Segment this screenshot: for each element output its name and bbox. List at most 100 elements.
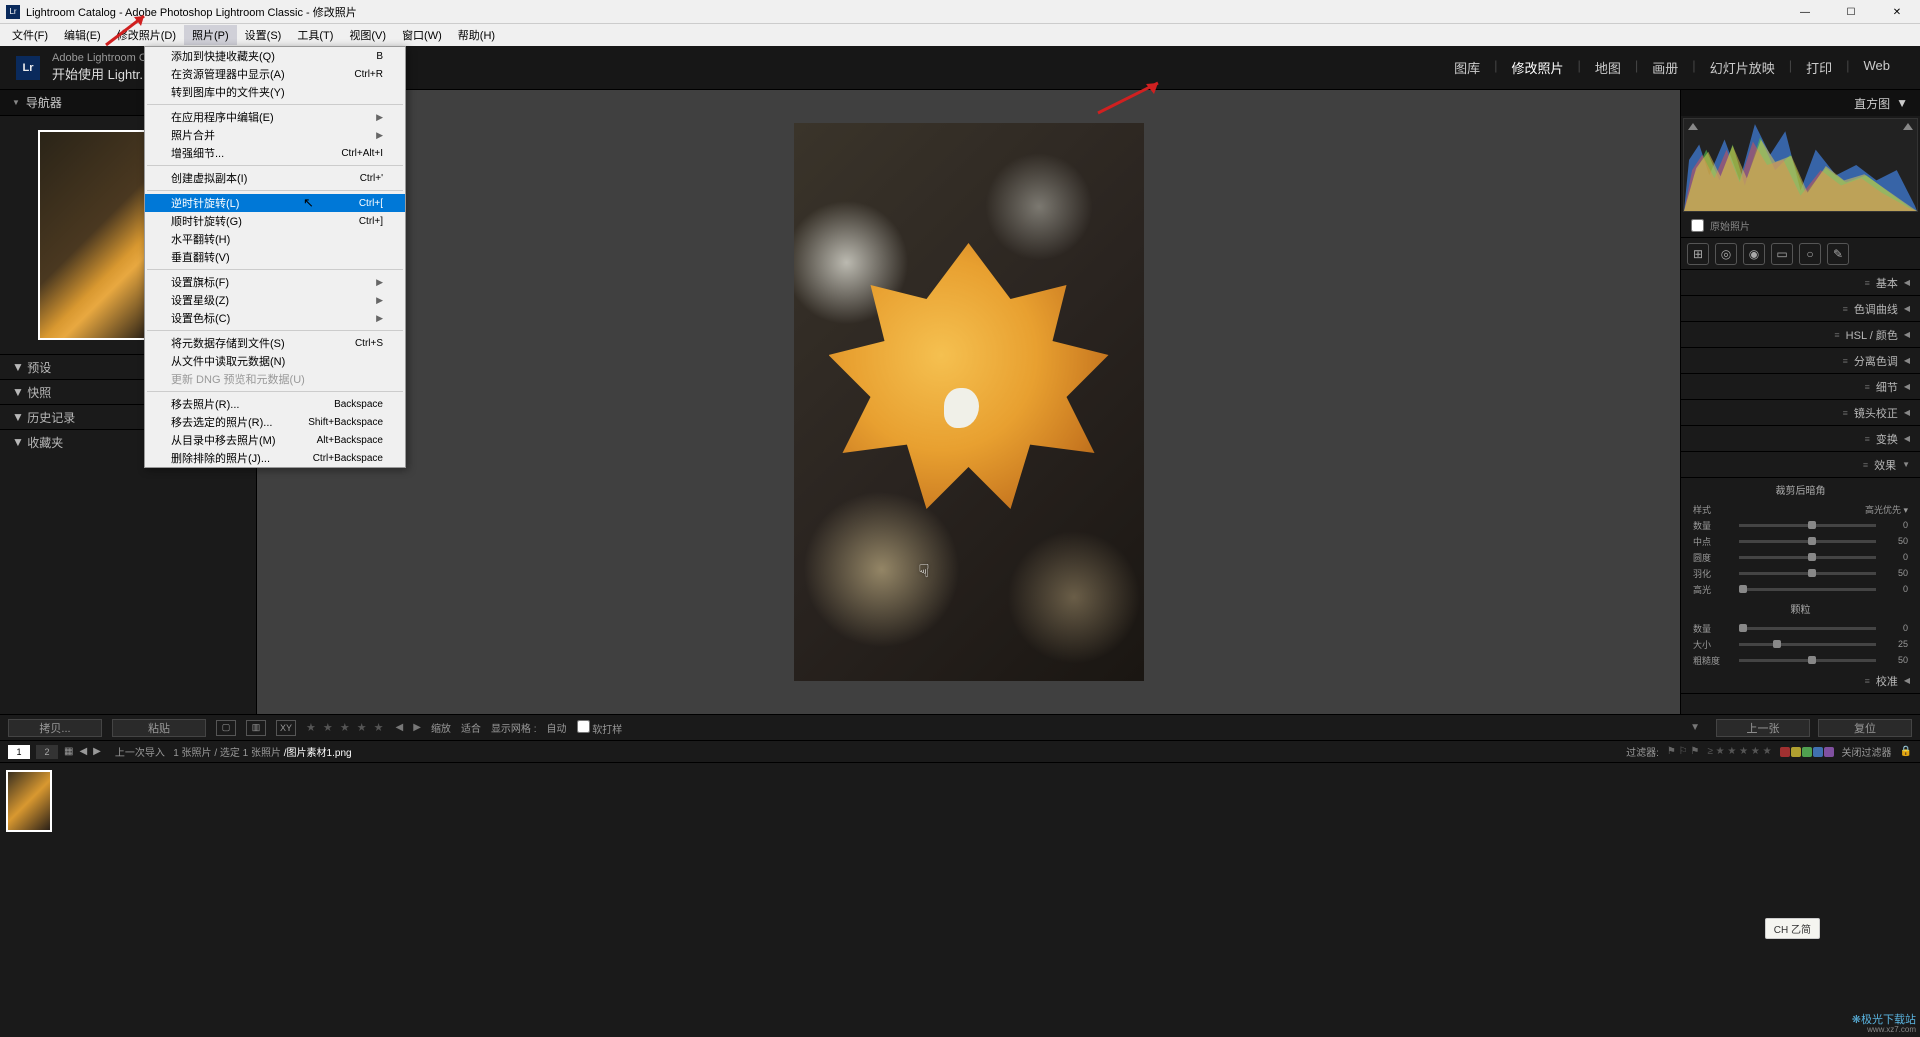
menu-item[interactable]: 移去照片(R)...Backspace (145, 395, 405, 413)
copy-button[interactable]: 拷贝... (8, 719, 102, 737)
rating-stars[interactable]: ★ ★ ★ ★ ★ (306, 721, 386, 734)
page-2-badge[interactable]: 2 (36, 745, 58, 759)
minimize-button[interactable]: — (1782, 0, 1828, 24)
survey-view-icon[interactable]: XY (276, 720, 296, 736)
menu-item[interactable]: 照片合并▶ (145, 126, 405, 144)
module-library[interactable]: 图库 (1440, 58, 1494, 77)
redeye-tool-icon[interactable]: ◉ (1743, 243, 1765, 265)
menu-item[interactable]: 顺时针旋转(G)Ctrl+] (145, 212, 405, 230)
detail-section[interactable]: ≡细节◀ (1681, 374, 1920, 400)
soft-proof-toggle[interactable]: 软打样 (577, 720, 623, 736)
page-1-badge[interactable]: 1 (8, 745, 30, 759)
transform-section[interactable]: ≡变换◀ (1681, 426, 1920, 452)
menu-edit[interactable]: 编辑(E) (56, 25, 109, 45)
next-arrow-icon[interactable]: ▶ (413, 722, 421, 733)
menu-item[interactable]: 删除排除的照片(J)...Ctrl+Backspace (145, 449, 405, 467)
split-toning-section[interactable]: ≡分离色调◀ (1681, 348, 1920, 374)
toolbar-expand-icon[interactable]: ▼ (1690, 722, 1700, 733)
slider-row[interactable]: 数量0 (1681, 517, 1920, 533)
menu-view[interactable]: 视图(V) (341, 25, 394, 45)
menu-item[interactable]: 在应用程序中编辑(E)▶ (145, 108, 405, 126)
filmstrip[interactable] (0, 762, 1920, 838)
lens-section[interactable]: ≡镜头校正◀ (1681, 400, 1920, 426)
toggle-icon: ≡ (1865, 382, 1870, 392)
slider-row[interactable]: 中点50 (1681, 533, 1920, 549)
slider-row[interactable]: 圆度0 (1681, 549, 1920, 565)
menu-item[interactable]: 水平翻转(H) (145, 230, 405, 248)
menu-develop[interactable]: 修改照片(D) (109, 25, 184, 45)
menu-help[interactable]: 帮助(H) (450, 25, 503, 45)
module-map[interactable]: 地图 (1581, 58, 1635, 77)
menu-settings[interactable]: 设置(S) (237, 25, 290, 45)
slider-row[interactable]: 样式高光优先 ▾ (1681, 501, 1920, 517)
menu-item[interactable]: 逆时针旋转(L)Ctrl+[ (145, 194, 405, 212)
brush-tool-icon[interactable]: ✎ (1827, 243, 1849, 265)
toggle-icon: ≡ (1863, 460, 1868, 470)
photo-preview[interactable]: ☟ (794, 123, 1144, 681)
window-controls: — ☐ ✕ (1782, 0, 1920, 24)
menu-file[interactable]: 文件(F) (4, 25, 56, 45)
menu-item[interactable]: 在资源管理器中显示(A)Ctrl+R (145, 65, 405, 83)
module-book[interactable]: 画册 (1638, 58, 1692, 77)
menu-item[interactable]: 创建虚拟副本(I)Ctrl+' (145, 169, 405, 187)
paste-button[interactable]: 粘贴 (112, 719, 206, 737)
grid-small-icon[interactable]: ▦ (64, 746, 73, 757)
original-checkbox[interactable] (1691, 219, 1704, 232)
canvas-area[interactable]: ☟ (257, 90, 1680, 714)
menu-item[interactable]: 转到图库中的文件夹(Y) (145, 83, 405, 101)
menu-tools[interactable]: 工具(T) (289, 25, 341, 45)
reset-button[interactable]: 复位 (1818, 719, 1912, 737)
tone-curve-section[interactable]: ≡色调曲线◀ (1681, 296, 1920, 322)
radial-tool-icon[interactable]: ○ (1799, 243, 1821, 265)
menu-item[interactable]: 设置旗标(F)▶ (145, 273, 405, 291)
module-web[interactable]: Web (1850, 58, 1905, 77)
menu-item[interactable]: 设置星级(Z)▶ (145, 291, 405, 309)
slider-row[interactable]: 高光0 (1681, 581, 1920, 597)
lock-icon[interactable]: 🔒 (1900, 746, 1912, 757)
gradient-tool-icon[interactable]: ▭ (1771, 243, 1793, 265)
original-photo-toggle[interactable]: 原始照片 (1681, 214, 1920, 238)
slider-row[interactable]: 羽化50 (1681, 565, 1920, 581)
module-print[interactable]: 打印 (1792, 58, 1846, 77)
spot-tool-icon[interactable]: ◎ (1715, 243, 1737, 265)
histogram-display[interactable] (1683, 118, 1918, 212)
slider-row[interactable]: 粗糙度50 (1681, 652, 1920, 668)
ime-indicator[interactable]: CH 乙简 (1765, 918, 1820, 939)
slider-row[interactable]: 大小25 (1681, 636, 1920, 652)
menu-item[interactable]: 垂直翻转(V) (145, 248, 405, 266)
flag-filter-icon[interactable]: ⚑ ⚐ ⚑ (1667, 746, 1699, 757)
prev-arrow-icon[interactable]: ◀ (396, 722, 404, 733)
loupe-view-icon[interactable]: ▢ (216, 720, 236, 736)
menu-item[interactable]: 设置色标(C)▶ (145, 309, 405, 327)
menu-item[interactable]: 从目录中移去照片(M)Alt+Backspace (145, 431, 405, 449)
menu-photo[interactable]: 照片(P) (184, 25, 237, 45)
nav-left-icon[interactable]: ◀ (79, 746, 87, 757)
fit-label[interactable]: 适合 (461, 720, 481, 735)
filmstrip-thumbnail[interactable] (6, 770, 52, 832)
basic-section[interactable]: ≡基本◀ (1681, 270, 1920, 296)
effects-section[interactable]: ≡效果▼ (1681, 452, 1920, 478)
crop-tool-icon[interactable]: ⊞ (1687, 243, 1709, 265)
star-filter[interactable]: ≥ ★ ★ ★ ★ ★ (1707, 746, 1771, 757)
slider-row[interactable]: 数量0 (1681, 620, 1920, 636)
hsl-section[interactable]: ≡HSL / 颜色◀ (1681, 322, 1920, 348)
previous-button[interactable]: 上一张 (1716, 719, 1810, 737)
nav-right-icon[interactable]: ▶ (93, 746, 101, 757)
module-slideshow[interactable]: 幻灯片放映 (1696, 58, 1789, 77)
menu-window[interactable]: 窗口(W) (394, 25, 450, 45)
module-develop[interactable]: 修改照片 (1497, 58, 1577, 77)
auto-label[interactable]: 自动 (547, 720, 567, 735)
soft-proof-checkbox[interactable] (577, 720, 590, 733)
histogram-header[interactable]: 直方图 ▼ (1681, 90, 1920, 116)
menu-item[interactable]: 将元数据存储到文件(S)Ctrl+S (145, 334, 405, 352)
close-button[interactable]: ✕ (1874, 0, 1920, 24)
calibration-section[interactable]: ≡校准◀ (1681, 668, 1920, 694)
menu-item[interactable]: 移去选定的照片(R)...Shift+Backspace (145, 413, 405, 431)
menu-item[interactable]: 增强细节...Ctrl+Alt+I (145, 144, 405, 162)
compare-view-icon[interactable]: ▥ (246, 720, 266, 736)
maximize-button[interactable]: ☐ (1828, 0, 1874, 24)
color-filter[interactable] (1780, 747, 1834, 757)
close-filter-label[interactable]: 关闭过滤器 (1842, 744, 1892, 759)
menu-item[interactable]: 添加到快捷收藏夹(Q)B (145, 47, 405, 65)
menu-item[interactable]: 从文件中读取元数据(N) (145, 352, 405, 370)
